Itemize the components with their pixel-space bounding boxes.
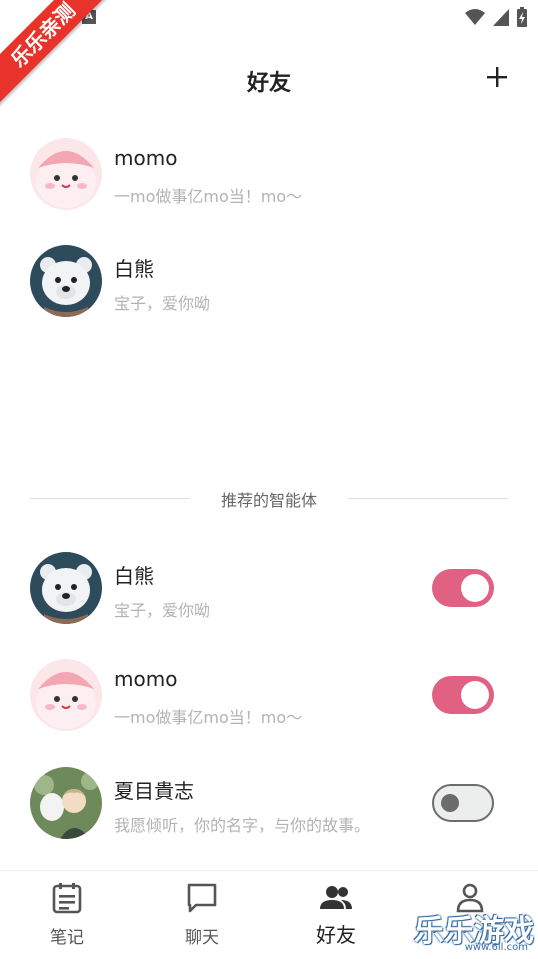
friend-row-bear[interactable]: 白熊 宝子，爱你呦 bbox=[0, 245, 538, 335]
divider-line bbox=[348, 498, 508, 499]
friend-row-momo[interactable]: momo 一mo做事亿mo当！mo～ bbox=[0, 138, 538, 228]
toggle-knob bbox=[441, 794, 459, 812]
wifi-icon bbox=[465, 9, 485, 25]
friend-name: momo bbox=[114, 146, 178, 170]
agent-desc: 我愿倾听，你的名字，与你的故事。 bbox=[114, 816, 371, 835]
agent-name: 夏目貴志 bbox=[114, 779, 194, 803]
watermark-url: www.6ll.com bbox=[464, 942, 528, 953]
plus-icon bbox=[487, 67, 507, 87]
pink-blob-avatar bbox=[30, 659, 102, 731]
friend-desc: 一mo做事亿mo当！mo～ bbox=[114, 187, 303, 206]
friend-desc: 宝子，爱你呦 bbox=[114, 294, 211, 313]
battery-charging-icon bbox=[517, 7, 527, 27]
nav-label: 聊天 bbox=[185, 928, 219, 948]
page-title: 好友 bbox=[246, 71, 291, 96]
nav-item-friends[interactable]: 好友 bbox=[291, 881, 381, 948]
friend-name: 白熊 bbox=[114, 257, 154, 281]
nav-label: 笔记 bbox=[50, 928, 84, 948]
chat-bubble-icon bbox=[187, 883, 217, 913]
polar-bear-avatar bbox=[30, 245, 102, 317]
agent-desc: 一mo做事亿mo当！mo～ bbox=[114, 708, 303, 727]
recommended-label: 推荐的智能体 bbox=[220, 491, 317, 510]
toggle-knob bbox=[461, 574, 489, 602]
status-icons bbox=[464, 6, 528, 28]
agent-name: momo bbox=[114, 667, 178, 691]
app-header: 好友 bbox=[0, 54, 538, 104]
recommended-row-bear[interactable]: 白熊 宝子，爱你呦 bbox=[0, 552, 538, 642]
recommended-section-divider: 推荐的智能体 bbox=[30, 487, 508, 511]
cell-signal-icon bbox=[493, 9, 509, 26]
people-icon bbox=[320, 886, 352, 909]
recommended-row-natsume[interactable]: 夏目貴志 我愿倾听，你的名字，与你的故事。 bbox=[0, 767, 538, 857]
agent-desc: 宝子，爱你呦 bbox=[114, 601, 211, 620]
agent-name: 白熊 bbox=[114, 564, 154, 588]
nav-item-notes[interactable]: 笔记 bbox=[22, 881, 112, 948]
anime-boy-avatar bbox=[30, 767, 102, 839]
agent-toggle[interactable] bbox=[432, 676, 494, 714]
watermark: 乐乐游戏 www.6ll.com bbox=[414, 900, 534, 956]
recommended-row-momo[interactable]: momo 一mo做事亿mo当！mo～ bbox=[0, 659, 538, 749]
pink-blob-avatar bbox=[30, 138, 102, 210]
nav-label: 好友 bbox=[316, 923, 356, 947]
add-friend-button[interactable] bbox=[480, 60, 514, 94]
agent-toggle[interactable] bbox=[432, 784, 494, 822]
agent-toggle[interactable] bbox=[432, 569, 494, 607]
nav-item-chat[interactable]: 聊天 bbox=[157, 881, 247, 948]
notebook-icon bbox=[52, 883, 82, 914]
toggle-knob bbox=[461, 681, 489, 709]
polar-bear-avatar bbox=[30, 552, 102, 624]
